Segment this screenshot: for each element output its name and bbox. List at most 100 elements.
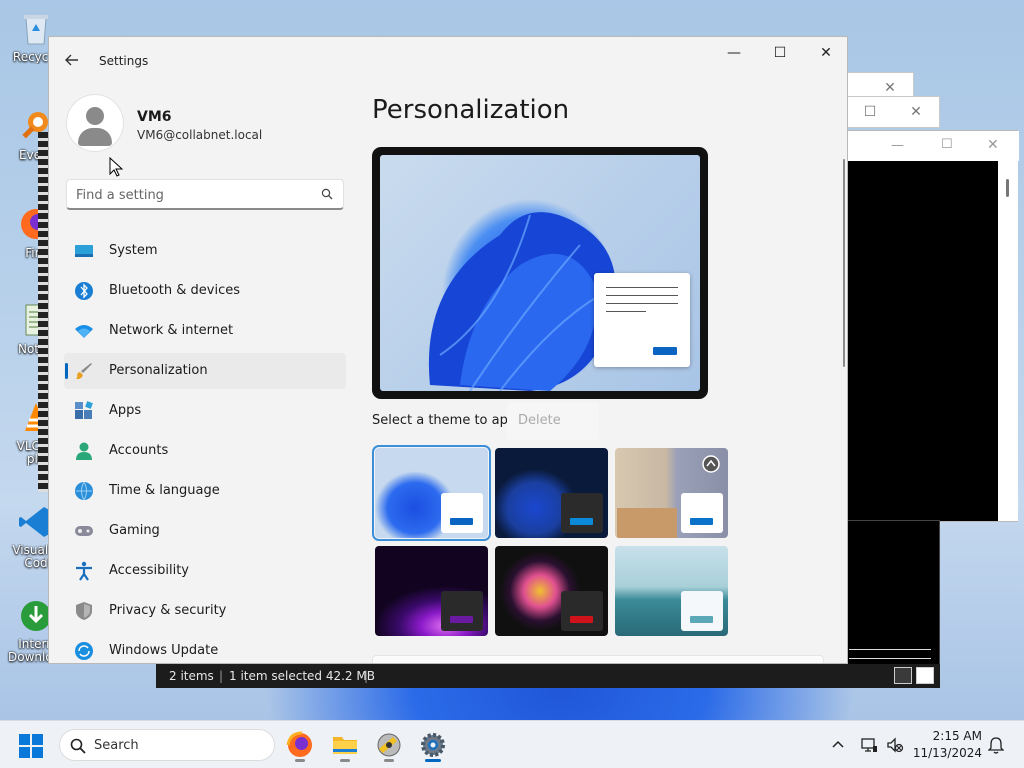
nav-item-bluetooth[interactable]: Bluetooth & devices bbox=[64, 273, 346, 309]
avatar[interactable] bbox=[67, 95, 123, 151]
nav-item-privacy[interactable]: Privacy & security bbox=[64, 593, 346, 629]
user-name: VM6 bbox=[137, 109, 172, 125]
theme-thumbnail-windows-light[interactable] bbox=[372, 445, 491, 541]
gear-icon bbox=[421, 733, 445, 757]
nav-item-apps[interactable]: Apps bbox=[64, 393, 346, 429]
nav-item-label: Time & language bbox=[109, 483, 220, 498]
nav-item-label: Personalization bbox=[109, 363, 208, 378]
preview-wallpaper bbox=[380, 155, 700, 391]
app-title: Settings bbox=[99, 54, 149, 68]
nav-item-label: Accounts bbox=[109, 443, 169, 458]
theme-mini-window bbox=[561, 591, 603, 631]
user-email: VM6@collabnet.local bbox=[137, 128, 263, 142]
notification-bell-icon[interactable] bbox=[988, 736, 1004, 754]
gamepad-icon bbox=[75, 526, 93, 536]
page-title: Personalization bbox=[372, 95, 570, 125]
nav-item-label: Gaming bbox=[109, 523, 160, 538]
disk-cleanup-icon bbox=[377, 733, 401, 757]
globe-clock-icon bbox=[75, 481, 93, 501]
background-window-lower bbox=[840, 520, 940, 666]
search-box[interactable] bbox=[66, 179, 344, 210]
nav-item-accounts[interactable]: Accounts bbox=[64, 433, 346, 469]
theme-mini-window bbox=[681, 493, 723, 533]
accessibility-icon bbox=[76, 561, 92, 581]
volume-muted-icon[interactable] bbox=[886, 736, 904, 754]
apps-icon bbox=[75, 401, 93, 419]
nav-item-label: System bbox=[109, 243, 158, 258]
search-input[interactable] bbox=[76, 185, 316, 205]
nav-item-time-language[interactable]: Time & language bbox=[64, 473, 346, 509]
nav-item-system[interactable]: System bbox=[64, 233, 346, 269]
taskbar-app-file-explorer[interactable] bbox=[329, 729, 361, 762]
settings-card[interactable] bbox=[372, 655, 824, 663]
maximize-icon[interactable]: ☐ bbox=[847, 97, 893, 127]
clock-date[interactable]: 11/13/2024 bbox=[910, 746, 982, 760]
folder-icon bbox=[333, 737, 357, 754]
status-separator: | bbox=[219, 669, 224, 683]
nav-item-accessibility[interactable]: Accessibility bbox=[64, 553, 346, 589]
paintbrush-icon bbox=[76, 363, 92, 380]
slideshow-icon[interactable] bbox=[701, 454, 721, 474]
taskbar-search[interactable]: Search bbox=[59, 729, 275, 761]
taskbar-app-disk[interactable] bbox=[373, 729, 405, 762]
bluetooth-icon bbox=[75, 282, 93, 300]
taskbar-app-settings[interactable] bbox=[417, 729, 449, 762]
arrow-left-icon bbox=[65, 54, 78, 66]
minimize-button[interactable]: — bbox=[711, 37, 757, 69]
preview-window bbox=[594, 273, 690, 367]
back-button[interactable] bbox=[61, 51, 83, 71]
theme-mini-window bbox=[561, 493, 603, 533]
console-scrollbar[interactable] bbox=[998, 161, 1018, 521]
status-separator: | bbox=[364, 669, 369, 683]
search-icon[interactable] bbox=[321, 188, 333, 200]
console-titlebar: — ☐ ✕ bbox=[841, 131, 1019, 161]
person-icon bbox=[86, 107, 104, 125]
details-view-icon[interactable] bbox=[894, 667, 912, 684]
minimize-icon[interactable]: — bbox=[891, 138, 904, 153]
system-icon bbox=[75, 245, 93, 257]
title-bar[interactable]: Settings — ☐ ✕ bbox=[49, 37, 847, 85]
content-scrollbar[interactable] bbox=[843, 159, 845, 367]
shield-icon bbox=[76, 602, 92, 620]
theme-thumbnail-photo[interactable] bbox=[615, 448, 728, 538]
theme-thumbnail-glow[interactable] bbox=[375, 546, 488, 636]
background-window[interactable]: ☐ ✕ bbox=[834, 96, 940, 128]
delete-button[interactable]: Delete bbox=[507, 402, 599, 440]
theme-thumbnail-captured-motion[interactable] bbox=[495, 546, 608, 636]
theme-thumbnail-flow[interactable] bbox=[615, 546, 728, 636]
nav-item-personalization[interactable]: Personalization bbox=[64, 353, 346, 389]
firefox-icon bbox=[286, 731, 312, 757]
nav-item-network[interactable]: Network & internet bbox=[64, 313, 346, 349]
status-item-count: 2 items bbox=[169, 669, 214, 683]
close-button[interactable]: ✕ bbox=[803, 37, 847, 69]
close-icon[interactable]: ✕ bbox=[893, 97, 939, 127]
nav-item-label: Accessibility bbox=[109, 563, 189, 578]
taskbar: Search 2:15 AM 11/13/2024 bbox=[0, 720, 1024, 768]
maximize-button[interactable]: ☐ bbox=[757, 37, 803, 69]
nav-item-label: Bluetooth & devices bbox=[109, 283, 240, 298]
large-icons-view-icon[interactable] bbox=[916, 667, 934, 684]
theme-mini-window bbox=[441, 591, 483, 631]
clock-time[interactable]: 2:15 AM bbox=[918, 729, 982, 743]
explorer-status-bar: 2 items | 1 item selected 42.2 MB | bbox=[156, 664, 940, 688]
wifi-icon bbox=[75, 325, 93, 338]
status-selection: 1 item selected 42.2 MB bbox=[229, 669, 375, 683]
nav-item-windows-update[interactable]: Windows Update bbox=[64, 633, 346, 663]
theme-preview bbox=[372, 147, 708, 399]
theme-thumbnail-windows-dark[interactable] bbox=[495, 448, 608, 538]
maximize-icon[interactable]: ☐ bbox=[941, 137, 953, 152]
close-icon[interactable]: ✕ bbox=[987, 137, 999, 153]
selection-indicator bbox=[65, 363, 68, 379]
windows-start-icon[interactable] bbox=[18, 733, 44, 759]
background-console-window[interactable]: — ☐ ✕ bbox=[840, 130, 1019, 522]
search-icon bbox=[70, 738, 86, 754]
nav-item-gaming[interactable]: Gaming bbox=[64, 513, 346, 549]
chevron-up-icon[interactable] bbox=[830, 737, 846, 753]
theme-section-label: Select a theme to ap bbox=[372, 413, 508, 428]
scrollbar-thumb[interactable] bbox=[1006, 179, 1009, 197]
update-icon bbox=[75, 642, 93, 660]
taskbar-app-firefox[interactable] bbox=[284, 729, 316, 762]
network-icon[interactable] bbox=[860, 736, 878, 754]
taskbar-search-label: Search bbox=[94, 738, 139, 753]
nav-item-label: Privacy & security bbox=[109, 603, 227, 618]
